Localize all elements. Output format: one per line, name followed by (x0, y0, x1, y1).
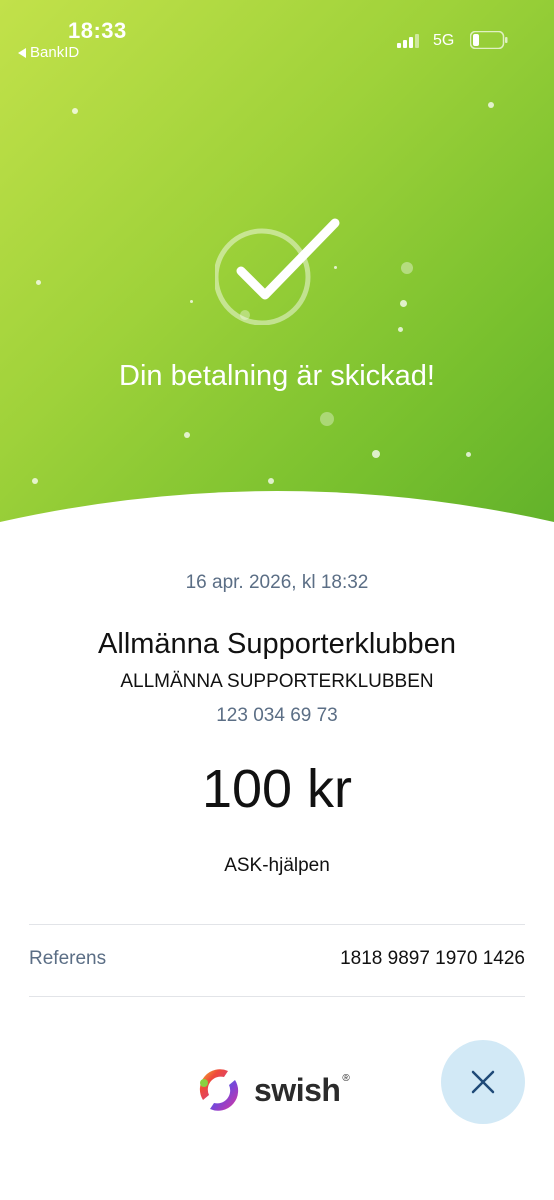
sparkle-dot (32, 478, 38, 484)
sparkle-dot (268, 478, 274, 484)
sparkle-dot (400, 300, 407, 307)
swish-logo: swish ® (194, 1065, 358, 1115)
payee-name: Allmänna Supporterklubben (98, 628, 456, 660)
sparkle-dot (372, 450, 380, 458)
swish-logo-icon (199, 1069, 239, 1111)
payment-date: 16 apr. 2026, kl 18:32 (185, 572, 369, 593)
close-button[interactable] (441, 1040, 525, 1124)
sparkle-dot (36, 280, 41, 285)
status-time: 18:33 (68, 18, 127, 43)
sparkle-dot (488, 102, 494, 108)
back-arrow-icon (18, 47, 26, 58)
sparkle-dot (398, 327, 403, 332)
payee-number: 123 034 69 73 (216, 705, 338, 726)
reference-value: 1818 9897 1970 1426 (340, 948, 525, 969)
sparkle-dot (190, 300, 193, 303)
sparkle-dot (184, 432, 190, 438)
divider (29, 924, 525, 925)
swish-logo-text: swish (254, 1071, 341, 1108)
reference-label: Referens (29, 948, 107, 969)
signal-icon (397, 34, 419, 48)
payment-amount: 100 kr (201, 759, 353, 819)
back-link-label: BankID (30, 44, 80, 61)
back-to-bankid-link[interactable]: BankID (18, 44, 79, 61)
payment-message: ASK-hjälpen (224, 855, 330, 876)
sparkle-dot (401, 262, 413, 274)
sparkle-dot (72, 108, 78, 114)
status-bar: 18:33 BankID 5G (0, 0, 554, 70)
header-curve (0, 491, 554, 570)
check-circle-icon (215, 218, 340, 325)
payment-sent-title: Din betalning är skickad! (119, 360, 435, 392)
swish-registered-mark: ® (342, 1072, 350, 1084)
divider (29, 996, 525, 997)
close-icon (471, 1070, 495, 1094)
payee-organisation: ALLMÄNNA SUPPORTERKLUBBEN (120, 671, 434, 692)
battery-icon (470, 31, 508, 49)
network-type: 5G (433, 32, 455, 49)
success-header: 18:33 BankID 5G Din betalning är skickad… (0, 0, 554, 560)
sparkle-dot (466, 452, 471, 457)
sparkle-dot (320, 412, 334, 426)
